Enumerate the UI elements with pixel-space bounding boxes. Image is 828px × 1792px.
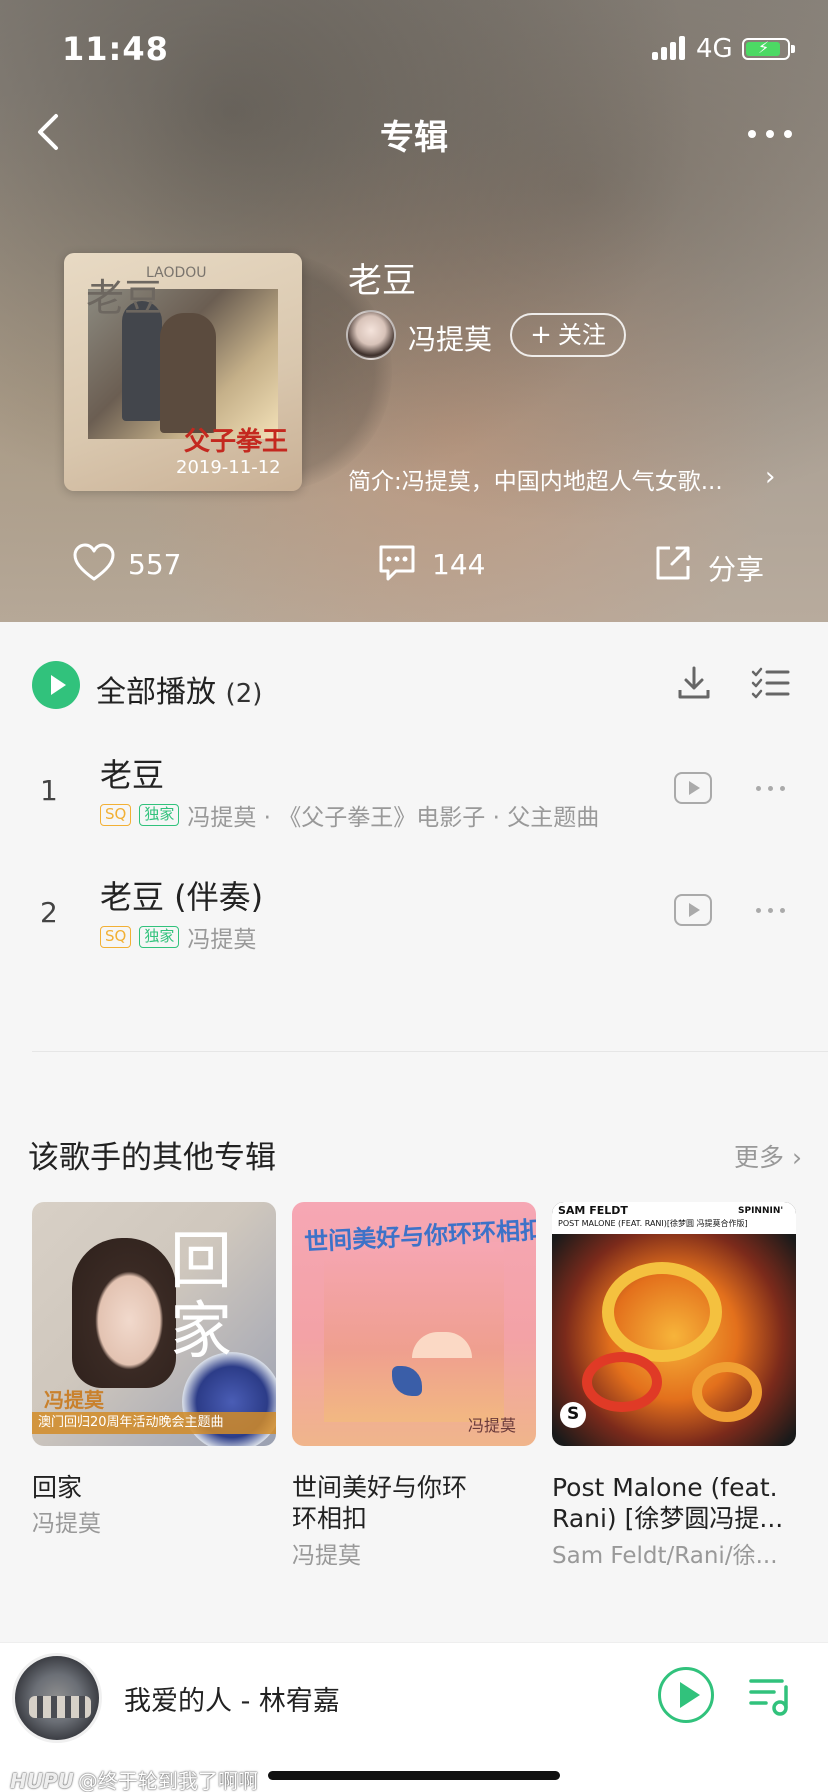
play-all-label: 全部播放 (2) [96, 667, 262, 711]
label-logo-icon [560, 1402, 586, 1428]
play-button[interactable] [658, 1667, 714, 1723]
album-card-title: Post Malone (feat. Rani) [徐梦圆冯提... [552, 1473, 784, 1533]
art-subheader: POST MALONE (FEAT. RANI)[徐梦圆 冯提莫合作版] [558, 1219, 748, 1228]
track-name: 老豆 [100, 756, 165, 794]
track-meta: SQ 独家 冯提莫 [100, 920, 256, 953]
playlist-icon [749, 1679, 788, 1716]
plus-icon: + [530, 320, 552, 350]
home-indicator[interactable] [268, 1771, 560, 1780]
play-circle-icon [32, 661, 80, 709]
art-label: SPINNIN' [738, 1206, 784, 1216]
artist-name[interactable]: 冯提莫 [408, 318, 492, 358]
other-albums-title: 该歌手的其他专辑 [28, 1140, 276, 1176]
track-more-button[interactable] [752, 906, 788, 916]
download-button[interactable] [676, 664, 712, 704]
chevron-right-icon: › [791, 1143, 802, 1172]
album-cover-art: 老豆 LAODOU 父子拳王 2019-11-12 [64, 253, 302, 491]
track-number: 1 [40, 774, 58, 807]
track-subtitle: 冯提莫 [187, 927, 257, 953]
follow-button[interactable]: + 关注 [510, 313, 626, 357]
album-card-artist: Sam Feldt/Rani/徐... [552, 1543, 778, 1569]
comment-button[interactable]: 144 [376, 536, 516, 592]
track-meta: SQ 独家 冯提莫 · 《父子拳王》电影子 · 父主题曲 [100, 798, 599, 831]
album-title: 老豆 [348, 261, 416, 301]
battery-icon: ⚡ [742, 38, 795, 60]
share-label: 分享 [708, 553, 765, 586]
album-stats: 557 144 分享 [0, 536, 828, 592]
status-time: 11:48 [62, 30, 169, 68]
now-playing-cover[interactable] [12, 1653, 102, 1743]
album-card-artist: 冯提莫 [32, 1511, 101, 1537]
comment-icon [379, 545, 415, 581]
navigation-bar: 专辑 [0, 92, 828, 172]
album-content: 全部播放 (2) 1 老豆 SQ 独家 冯提莫 · 《父子拳王》电影子 · 父主题曲… [0, 622, 828, 1642]
album-card-art: 世间美好与你环环相扣 冯提莫 [292, 1202, 536, 1446]
network-label: 4G [696, 34, 733, 64]
signal-icon [652, 36, 688, 60]
sq-badge: SQ [100, 804, 132, 826]
art-artist: 冯提莫 [44, 1388, 104, 1412]
heart-icon [73, 543, 115, 581]
art-band: 澳门回归20周年活动晚会主题曲 [32, 1412, 276, 1434]
divider [32, 1051, 828, 1052]
multi-select-icon [751, 667, 790, 699]
album-card-title: 回家 [32, 1473, 83, 1502]
cover-film: 父子拳王 [184, 427, 289, 457]
multi-select-button[interactable] [750, 666, 790, 702]
like-button[interactable]: 557 [72, 536, 212, 592]
sq-badge: SQ [100, 926, 132, 948]
play-all-text: 全部播放 [96, 675, 216, 710]
track-subtitle: 冯提莫 · 《父子拳王》电影子 · 父主题曲 [187, 805, 600, 831]
more-albums-link[interactable]: 更多 › [734, 1138, 802, 1174]
more-button[interactable] [746, 112, 794, 152]
album-card-title: 世间美好与你环环相扣 [292, 1473, 468, 1533]
mini-player: 我爱的人 - 林宥嘉 HUPU @终于轮到我了啊啊 [0, 1642, 828, 1792]
exclusive-badge: 独家 [139, 804, 180, 826]
share-button[interactable]: 分享 [652, 536, 792, 592]
chevron-right-icon[interactable]: › [765, 462, 775, 492]
watermark: HUPU @终于轮到我了啊啊 [10, 1765, 258, 1792]
album-cover[interactable]: 老豆 LAODOU 父子拳王 2019-11-12 [64, 253, 392, 491]
art-title: 回家 [170, 1224, 233, 1367]
track-number: 2 [40, 896, 58, 929]
status-bar: 11:48 4G ⚡ [0, 0, 828, 88]
track-count: (2) [225, 679, 263, 709]
album-card-art: SAM FELDT POST MALONE (FEAT. RANI)[徐梦圆 冯… [552, 1202, 796, 1446]
album-card-artist: 冯提莫 [292, 1543, 361, 1569]
follow-label: 关注 [557, 321, 606, 349]
watermark-text: @终于轮到我了啊啊 [77, 1769, 258, 1792]
mv-icon[interactable] [674, 772, 712, 804]
album-intro[interactable]: 简介:冯提莫，中国内地超人气女歌... [348, 462, 778, 496]
watermark-brand: HUPU [10, 1769, 74, 1792]
more-label: 更多 [734, 1143, 785, 1172]
album-header: 11:48 4G ⚡ 专辑 老豆 LAODOU 父子拳王 2019-11-12 [0, 0, 828, 622]
track-row[interactable]: 1 老豆 SQ 独家 冯提莫 · 《父子拳王》电影子 · 父主题曲 [0, 740, 828, 840]
album-card-art: 回家 冯提莫 澳门回归20周年活动晚会主题曲 [32, 1202, 276, 1446]
cover-subtitle: LAODOU [146, 265, 207, 281]
art-signature: 冯提莫 [468, 1416, 517, 1435]
mv-icon[interactable] [674, 894, 712, 926]
cover-date: 2019-11-12 [176, 457, 281, 478]
exclusive-badge: 独家 [139, 926, 180, 948]
playlist-button[interactable] [748, 1675, 794, 1717]
track-more-button[interactable] [752, 784, 788, 794]
share-icon [656, 546, 690, 580]
now-playing-title[interactable]: 我爱的人 - 林宥嘉 [124, 1679, 340, 1718]
comment-count: 144 [432, 548, 486, 581]
download-icon [678, 666, 710, 699]
track-row[interactable]: 2 老豆 (伴奏) SQ 独家 冯提莫 [0, 862, 828, 962]
like-count: 557 [128, 548, 182, 581]
track-name: 老豆 (伴奏) [100, 878, 264, 916]
avatar[interactable] [346, 310, 396, 360]
art-header: SAM FELDT [558, 1204, 628, 1217]
page-title: 专辑 [380, 118, 448, 158]
